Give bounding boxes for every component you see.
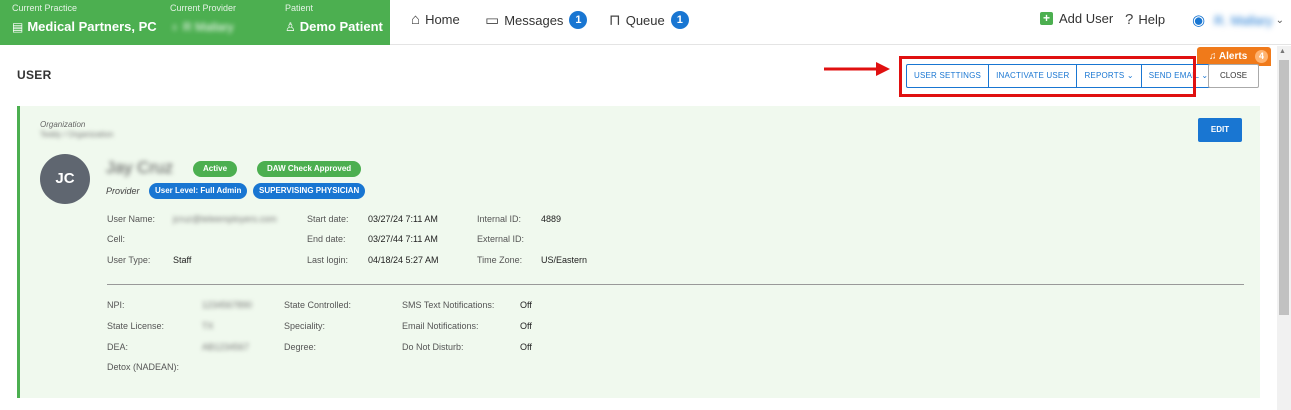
end-date-label: End date: [307, 234, 346, 244]
user-role: Provider [106, 186, 140, 196]
building-icon: ▤ [12, 20, 24, 34]
dea-label: DEA: [107, 342, 129, 352]
external-id-label: External ID: [477, 234, 525, 244]
annotation-box-actions [899, 56, 1196, 97]
message-icon: ▭ [485, 12, 500, 29]
alerts-count: 4 [1255, 50, 1269, 63]
dnd-label: Do Not Disturb: [402, 342, 464, 352]
current-provider[interactable]: Current Provider ♁ R Mallary [170, 3, 236, 37]
daw-badge: DAW Check Approved [257, 161, 362, 177]
user-menu[interactable]: ◉ R. Mallary ⌄ [1192, 11, 1284, 29]
current-provider-label: Current Provider [170, 3, 237, 13]
organization-value: Teddy / Organization [40, 130, 114, 139]
person-icon: ♙ [285, 20, 296, 34]
username-label: User Name: [107, 214, 156, 224]
add-user-button[interactable]: + Add User [1040, 11, 1113, 26]
queue-count-badge: 1 [670, 11, 689, 29]
messages-count-badge: 1 [569, 11, 588, 29]
current-patient[interactable]: Patient ♙ Demo Patient [285, 3, 383, 37]
help-label: Help [1138, 12, 1166, 27]
npi-label: NPI: [107, 300, 125, 310]
sms-label: SMS Text Notifications: [402, 300, 495, 310]
page-title: USER [17, 68, 52, 82]
user-card: Organization Teddy / Organization JC Jay… [17, 106, 1260, 398]
start-date-value: 03/27/24 7:11 AM [368, 214, 438, 224]
current-practice[interactable]: Current Practice ▤ Medical Partners, PC [12, 3, 157, 37]
chevron-down-icon: ⌄ [1275, 14, 1284, 26]
queue-icon: ⊓ [609, 12, 621, 29]
last-login-label: Last login: [307, 255, 349, 265]
add-user-label: Add User [1059, 11, 1114, 26]
current-patient-label: Patient [285, 3, 314, 13]
npi-value: 1234567890 [202, 300, 253, 310]
nav-home-label: Home [425, 12, 460, 27]
user-circle-icon: ◉ [1192, 12, 1206, 29]
stethoscope-icon: ♁ [170, 20, 179, 34]
current-practice-label: Current Practice [12, 3, 78, 13]
dnd-value: Off [520, 342, 532, 352]
degree-label: Degree: [284, 342, 317, 352]
dea-value: AB1234567 [202, 342, 250, 352]
state-license-value: TX [202, 321, 214, 331]
context-bar: Current Practice ▤ Medical Partners, PC C… [0, 0, 390, 45]
nav-home[interactable]: ⌂ Home [411, 11, 460, 28]
status-badge: Active [193, 161, 238, 177]
usertype-value: Staff [173, 255, 192, 265]
organization-label: Organization [40, 120, 86, 129]
usertype-label: User Type: [107, 255, 151, 265]
speciality-label: Speciality: [284, 321, 326, 331]
divider [107, 284, 1244, 285]
state-license-label: State License: [107, 321, 165, 331]
scroll-up-icon[interactable]: ▲ [1279, 48, 1286, 55]
state-controlled-label: State Controlled: [284, 300, 352, 310]
plus-icon: + [1040, 12, 1053, 25]
username-value: jcruz@teleemployers.com [173, 214, 277, 224]
current-patient-value: Demo Patient [299, 19, 383, 34]
nav-messages-label: Messages [504, 12, 564, 28]
current-provider-value: R Mallary [183, 20, 234, 34]
start-date-label: Start date: [307, 214, 349, 224]
user-menu-name: R. Mallary [1214, 12, 1273, 28]
top-bar: Current Practice ▤ Medical Partners, PC C… [0, 0, 1291, 45]
nav-queue[interactable]: ⊓ Queue 1 [609, 11, 689, 29]
last-login-value: 04/18/24 5:27 AM [368, 255, 439, 265]
timezone-value: US/Eastern [541, 255, 588, 265]
internal-id-value: 4889 [541, 214, 562, 224]
bell-icon: ♫ [1209, 51, 1217, 62]
end-date-value: 03/27/44 7:11 AM [368, 234, 438, 244]
email-notifications-value: Off [520, 321, 532, 331]
user-level-badge: User Level: Full Admin [149, 183, 248, 199]
nav-messages[interactable]: ▭ Messages 1 [485, 11, 588, 29]
cell-label: Cell: [107, 234, 126, 244]
annotation-arrow-actions [824, 62, 890, 76]
help-button[interactable]: ? Help [1125, 11, 1165, 28]
detox-label: Detox (NADEAN): [107, 362, 180, 372]
close-button[interactable]: CLOSE [1208, 64, 1259, 88]
supervising-badge: SUPERVISING PHYSICIAN [253, 183, 366, 199]
home-icon: ⌂ [411, 11, 421, 28]
nav-queue-label: Queue [625, 12, 665, 28]
internal-id-label: Internal ID: [477, 214, 522, 224]
edit-button[interactable]: EDIT [1198, 118, 1242, 142]
timezone-label: Time Zone: [477, 255, 523, 265]
current-practice-value: Medical Partners, PC [27, 19, 157, 34]
help-icon: ? [1125, 11, 1134, 28]
user-full-name: Jay Cruz [106, 158, 174, 177]
email-notifications-label: Email Notifications: [402, 321, 479, 331]
scrollbar-thumb[interactable] [1279, 60, 1289, 315]
alerts-label: Alerts [1218, 51, 1248, 62]
sms-value: Off [520, 300, 532, 310]
avatar: JC [40, 154, 90, 204]
